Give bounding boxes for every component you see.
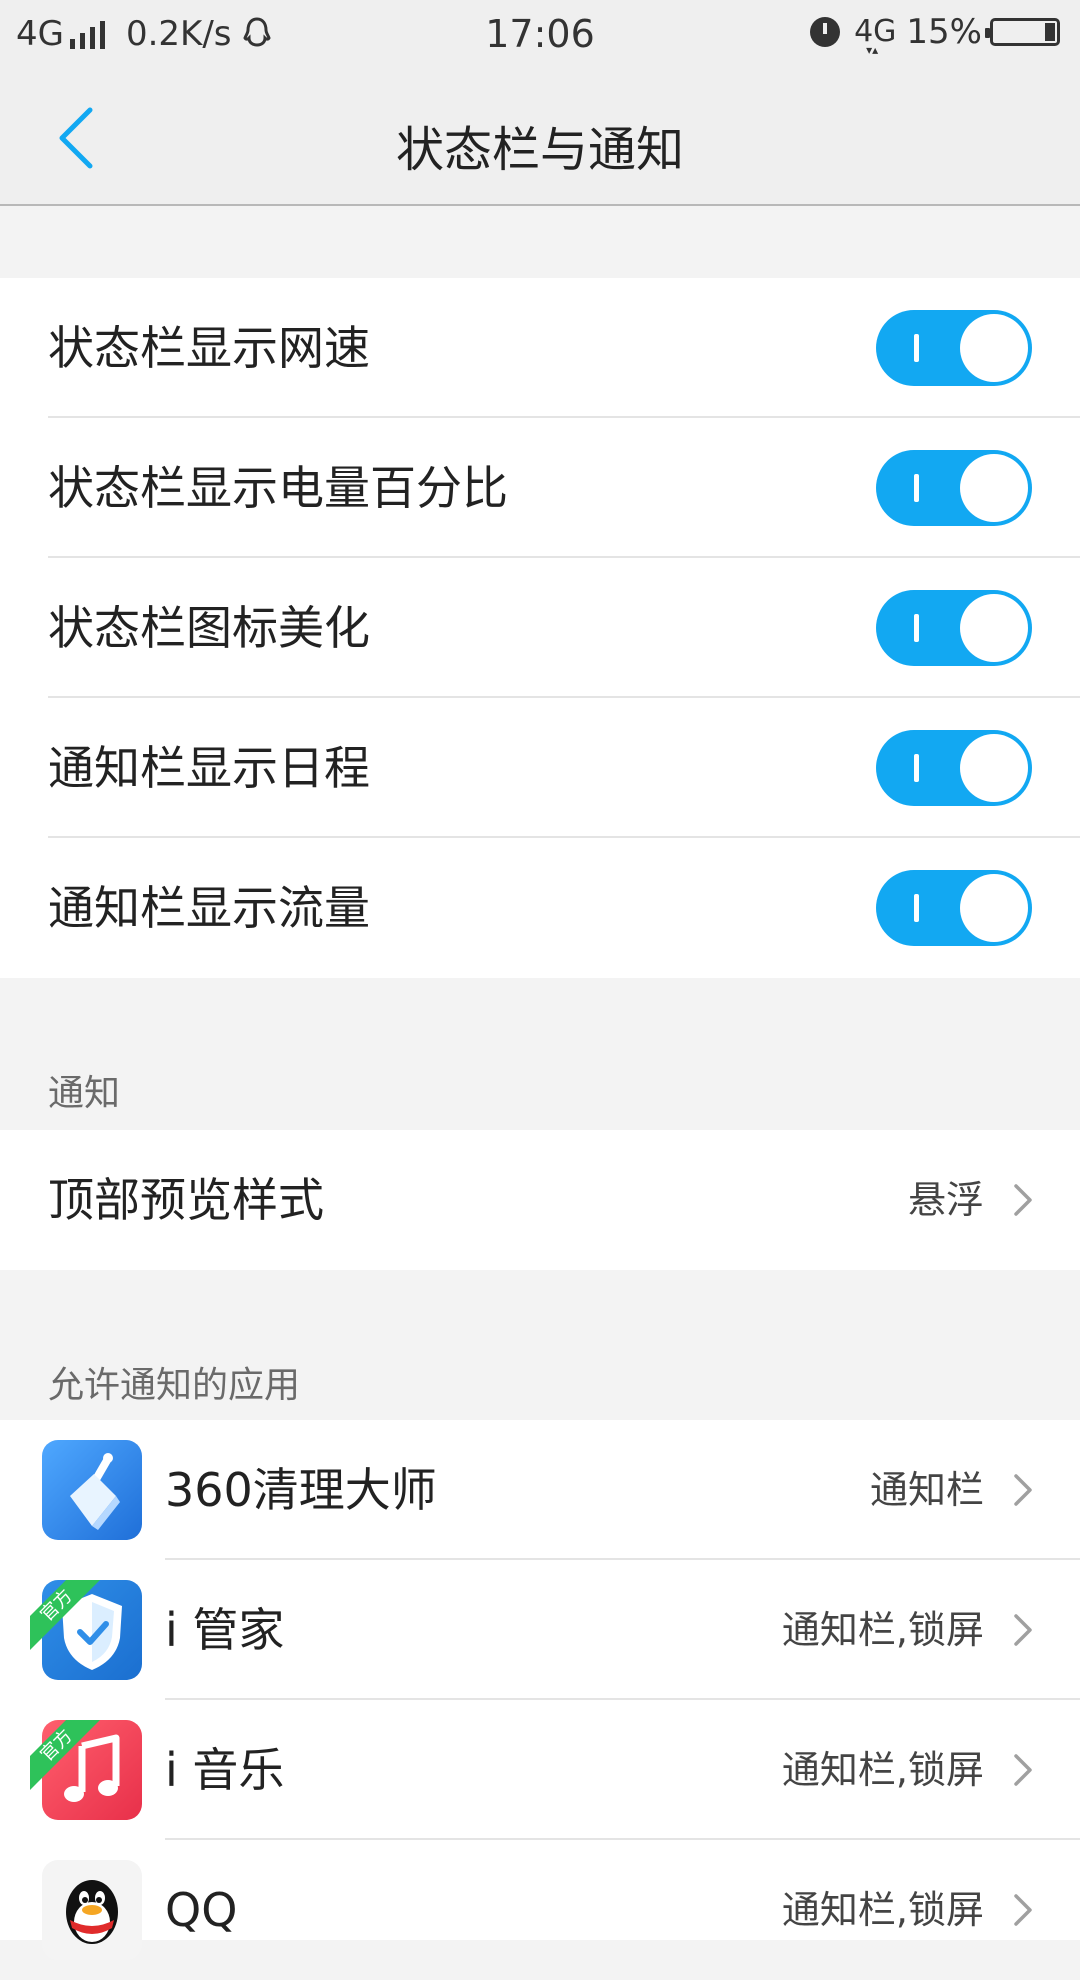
chevron-right-icon	[1014, 1894, 1032, 1926]
battery-percent-toggle[interactable]	[876, 450, 1032, 526]
official-badge: 官方	[30, 1580, 100, 1650]
app-row-360-cleaner[interactable]: 360清理大师 通知栏	[0, 1420, 1080, 1560]
setting-value: 悬浮	[907, 1178, 984, 1222]
data-arrows-icon: ▾▴	[866, 43, 879, 57]
data-usage-toggle[interactable]	[876, 870, 1032, 946]
chevron-right-icon	[1014, 1754, 1032, 1786]
app-name: 360清理大师	[165, 1463, 437, 1517]
broom-icon	[42, 1440, 142, 1540]
setting-label: 通知栏显示日程	[48, 741, 370, 795]
section-title-notification: 通知	[48, 1073, 121, 1114]
official-badge: 官方	[30, 1720, 100, 1790]
section-title-allowed-apps: 允许通知的应用	[48, 1365, 301, 1406]
battery-fill	[1045, 23, 1055, 41]
setting-label: 状态栏显示网速	[48, 321, 370, 375]
allowed-apps-list: 360清理大师 通知栏 官方 i 管家 通知栏,锁屏 官方 i 音乐 通知栏,锁…	[0, 1420, 1080, 1960]
app-notify-value: 通知栏,锁屏	[781, 1888, 984, 1932]
setting-label: 通知栏显示流量	[48, 881, 370, 935]
setting-label: 状态栏图标美化	[48, 601, 370, 655]
alarm-icon	[810, 17, 841, 47]
setting-show-net-speed[interactable]: 状态栏显示网速	[0, 278, 1080, 418]
title-bar: 状态栏与通知	[0, 70, 1080, 206]
status-bar: 4G 0.2K/s 17:06 4G ▾▴ 15%	[0, 0, 1080, 70]
app-row-i-manager[interactable]: 官方 i 管家 通知栏,锁屏	[0, 1560, 1080, 1700]
schedule-toggle[interactable]	[876, 730, 1032, 806]
battery-percent: 15%	[906, 12, 982, 52]
qq-penguin-icon	[42, 1860, 142, 1960]
mobile-data-indicator: 4G ▾▴	[854, 17, 896, 57]
setting-label: 状态栏显示电量百分比	[48, 461, 508, 515]
notification-group: 顶部预览样式 悬浮	[0, 1130, 1080, 1270]
setting-top-preview-style[interactable]: 顶部预览样式 悬浮	[0, 1130, 1080, 1270]
setting-show-battery-percent[interactable]: 状态栏显示电量百分比	[0, 418, 1080, 558]
app-notify-value: 通知栏	[869, 1468, 984, 1512]
icon-beautify-toggle[interactable]	[876, 590, 1032, 666]
status-right: 4G ▾▴ 15%	[810, 12, 1060, 57]
status-bar-settings-group: 状态栏显示网速 状态栏显示电量百分比 状态栏图标美化 通知栏显示日程 通知栏显示…	[0, 278, 1080, 978]
app-notify-value: 通知栏,锁屏	[781, 1748, 984, 1792]
net-speed-toggle[interactable]	[876, 310, 1032, 386]
setting-show-data-usage[interactable]: 通知栏显示流量	[0, 838, 1080, 978]
chevron-right-icon	[1014, 1474, 1032, 1506]
app-row-i-music[interactable]: 官方 i 音乐 通知栏,锁屏	[0, 1700, 1080, 1840]
chevron-right-icon	[1014, 1614, 1032, 1646]
setting-label: 顶部预览样式	[48, 1173, 324, 1227]
app-notify-value: 通知栏,锁屏	[781, 1608, 984, 1652]
page-title: 状态栏与通知	[395, 122, 684, 178]
chevron-right-icon	[1014, 1184, 1032, 1216]
setting-icon-beautify[interactable]: 状态栏图标美化	[0, 558, 1080, 698]
battery-icon	[985, 18, 1060, 46]
app-name: i 管家	[165, 1603, 285, 1657]
app-name: i 音乐	[165, 1743, 285, 1797]
app-row-qq[interactable]: QQ 通知栏,锁屏	[0, 1840, 1080, 1980]
app-name: QQ	[165, 1883, 238, 1937]
setting-show-schedule[interactable]: 通知栏显示日程	[0, 698, 1080, 838]
